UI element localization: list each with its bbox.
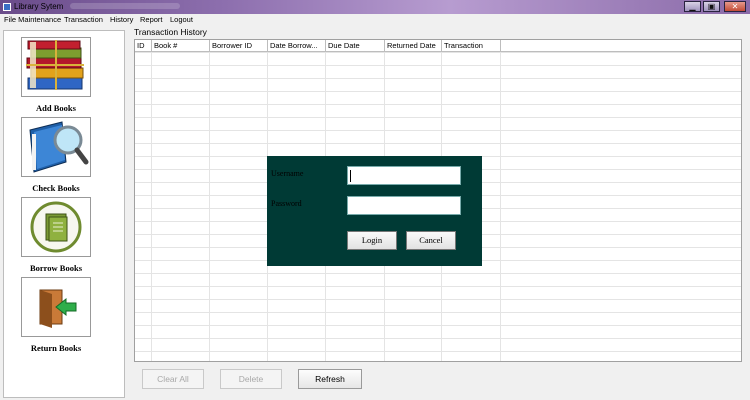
clear-all-button[interactable]: Clear All (142, 369, 204, 389)
menu-file-maintenance[interactable]: File Maintenance (4, 15, 61, 24)
username-field[interactable] (347, 166, 461, 185)
menu-bar: File Maintenance Transaction History Rep… (0, 14, 750, 26)
sidebar-item-return-books[interactable]: Return Books (4, 273, 126, 353)
column-header-borrower-id[interactable]: Borrower ID (210, 40, 268, 52)
refresh-button[interactable]: Refresh (298, 369, 362, 389)
text-caret (350, 170, 351, 182)
sidebar-item-check-books[interactable]: Check Books (4, 113, 126, 193)
menu-transaction[interactable]: Transaction (64, 15, 103, 24)
login-dialog: Username Password Login Cancel (267, 156, 482, 266)
column-header-book[interactable]: Book # (152, 40, 210, 52)
column-header-due-date[interactable]: Due Date (326, 40, 385, 52)
delete-button[interactable]: Delete (220, 369, 282, 389)
book-circle-icon[interactable] (21, 197, 91, 257)
section-title: Transaction History (134, 27, 207, 37)
app-icon (3, 3, 11, 11)
sidebar-item-add-books[interactable]: Add Books (4, 33, 126, 113)
book-magnifier-icon[interactable] (21, 117, 91, 177)
maximize-button[interactable]: ▣ (703, 1, 720, 12)
sidebar-item-label: Borrow Books (29, 263, 83, 273)
password-label: Password (271, 199, 302, 208)
column-header-transaction[interactable]: Transaction (442, 40, 501, 52)
door-arrow-icon[interactable] (21, 277, 91, 337)
menu-logout[interactable]: Logout (170, 15, 193, 24)
column-header-date-borrowed[interactable]: Date Borrow... (268, 40, 326, 52)
sidebar-item-label: Return Books (30, 343, 82, 353)
login-button[interactable]: Login (347, 231, 397, 250)
sidebar-item-label: Check Books (32, 183, 80, 193)
password-field[interactable] (347, 196, 461, 215)
cancel-button[interactable]: Cancel (406, 231, 456, 250)
menu-history[interactable]: History (110, 15, 133, 24)
title-bar: Library Sytem ▁ ▣ ✕ (0, 0, 750, 14)
close-button[interactable]: ✕ (724, 1, 746, 12)
window-title: Library Sytem (14, 2, 64, 11)
sidebar-item-borrow-books[interactable]: Borrow Books (4, 193, 126, 273)
title-glare (70, 3, 180, 9)
column-header-returned-date[interactable]: Returned Date (385, 40, 442, 52)
grid-header: ID Book # Borrower ID Date Borrow... Due… (135, 40, 741, 52)
minimize-button[interactable]: ▁ (684, 1, 701, 12)
column-header-id[interactable]: ID (135, 40, 152, 52)
sidebar-item-label: Add Books (36, 103, 76, 113)
menu-report[interactable]: Report (140, 15, 163, 24)
username-label: Username (271, 169, 304, 178)
sidebar: Add Books Check Books Borrow Books Retur… (3, 30, 125, 398)
books-stack-icon[interactable] (21, 37, 91, 97)
